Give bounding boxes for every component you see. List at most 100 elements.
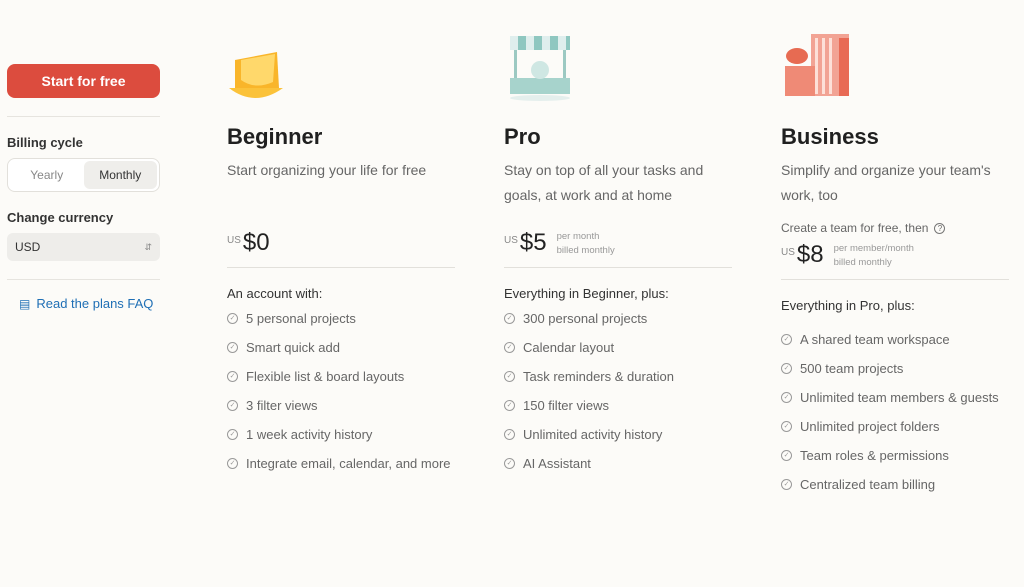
feature-item: ✓ Unlimited activity history (504, 425, 732, 445)
check-circle-icon: ✓ (227, 371, 238, 382)
feature-item: ✓ Integrate email, calendar, and more (227, 454, 455, 474)
plan-illustration-icon (781, 30, 856, 102)
check-circle-icon: ✓ (781, 334, 792, 345)
feature-text: Team roles & permissions (800, 448, 949, 463)
divider (7, 279, 160, 280)
feature-text: 300 personal projects (523, 311, 648, 326)
divider (781, 279, 1009, 280)
feature-text: AI Assistant (523, 456, 591, 471)
check-circle-icon: ✓ (504, 342, 515, 353)
check-circle-icon: ✓ (227, 342, 238, 353)
updown-chevron-icon: ⇵ (144, 241, 152, 252)
feature-item: ✓ AI Assistant (504, 454, 732, 474)
price-period: per member/month billed monthly (834, 242, 914, 270)
feature-text: Calendar layout (523, 340, 615, 355)
plans-faq-link[interactable]: ▤ Read the plans FAQ (19, 296, 160, 311)
check-circle-icon: ✓ (227, 429, 238, 440)
feature-text: Smart quick add (246, 340, 340, 355)
feature-item: ✓ Unlimited project folders (781, 417, 1009, 437)
feature-text: Integrate email, calendar, and more (246, 456, 451, 471)
check-circle-icon: ✓ (504, 429, 515, 440)
start-for-free-button[interactable]: Start for free (7, 64, 160, 98)
plan-description: Simplify and organize your team's work, … (781, 162, 991, 203)
currency-label: Change currency (7, 210, 114, 225)
feature-text: Unlimited team members & guests (800, 390, 999, 405)
check-circle-icon: ✓ (781, 363, 792, 374)
plan-illustration-icon (504, 30, 579, 102)
feature-item: ✓ 150 filter views (504, 396, 732, 416)
help-question-icon[interactable]: ? (934, 222, 946, 234)
feature-item: ✓ Flexible list & board layouts (227, 367, 455, 387)
price-period-line1: per member/month (833, 243, 914, 254)
billing-yearly-option[interactable]: Yearly (10, 161, 84, 189)
price-period: per month billed monthly (557, 230, 615, 258)
features-heading: Everything in Pro, plus: (781, 298, 915, 313)
price-amount: $0 (242, 229, 270, 256)
plan-illustration-icon (227, 30, 302, 102)
check-circle-icon: ✓ (781, 392, 792, 403)
check-circle-icon: ✓ (504, 400, 515, 411)
feature-item: ✓ 500 team projects (781, 359, 1009, 379)
feature-text: 150 filter views (523, 398, 609, 413)
plan-note-text: Create a team for free, then (781, 221, 929, 235)
feature-item: ✓ A shared team workspace (781, 330, 1009, 350)
feature-text: A shared team workspace (800, 332, 950, 347)
check-circle-icon: ✓ (504, 458, 515, 469)
feature-item: ✓ Unlimited team members & guests (781, 388, 1009, 408)
plan-price: US $8 per member/month billed monthly (781, 241, 1009, 279)
plan-card-pro: Pro Stay on top of all your tasks and go… (504, 30, 732, 483)
plan-title: Pro (504, 124, 541, 149)
feature-item: ✓ 1 week activity history (227, 425, 455, 445)
divider (7, 116, 160, 117)
feature-text: Unlimited project folders (800, 419, 940, 434)
feature-item: ✓ 300 personal projects (504, 309, 732, 329)
check-circle-icon: ✓ (227, 313, 238, 324)
currency-select[interactable]: USD ⇵ (7, 233, 160, 261)
feature-text: Unlimited activity history (523, 427, 663, 442)
price-amount: $5 (519, 229, 547, 256)
features-list: ✓ 5 personal projects ✓ Smart quick add ✓ Fle… (227, 309, 455, 474)
feature-item: ✓ 3 filter views (227, 396, 455, 416)
features-heading: Everything in Beginner, plus: (504, 286, 669, 301)
plan-description: Stay on top of all your tasks and goals,… (504, 162, 704, 203)
plan-description: Start organizing your life for free (227, 162, 427, 178)
plan-title: Business (781, 124, 879, 149)
feature-item: ✓ 5 personal projects (227, 309, 455, 329)
price-amount: $8 (796, 241, 824, 268)
faq-list-icon: ▤ (19, 296, 31, 311)
check-circle-icon: ✓ (781, 479, 792, 490)
plan-note: Create a team for free, then? (781, 215, 1009, 241)
plan-title: Beginner (227, 124, 323, 149)
currency-value: USD (15, 240, 41, 254)
feature-item: ✓ Team roles & permissions (781, 446, 1009, 466)
price-currency: US (504, 235, 518, 246)
check-circle-icon: ✓ (504, 313, 515, 324)
features-list: ✓ A shared team workspace ✓ 500 team projec… (781, 330, 1009, 495)
plan-price: US $5 per month billed monthly (504, 229, 732, 267)
price-currency: US (781, 247, 795, 258)
feature-text: 1 week activity history (246, 427, 373, 442)
feature-text: Flexible list & board layouts (246, 369, 405, 384)
check-circle-icon: ✓ (227, 458, 238, 469)
faq-link-label: Read the plans FAQ (36, 296, 154, 311)
feature-item: ✓ Smart quick add (227, 338, 455, 358)
price-period-line1: per month (556, 231, 600, 242)
plan-price: US $0 (227, 229, 455, 267)
feature-text: Centralized team billing (800, 477, 936, 492)
price-period-line2: billed monthly (833, 257, 892, 268)
check-circle-icon: ✓ (504, 371, 515, 382)
feature-item: ✓ Calendar layout (504, 338, 732, 358)
features-heading: An account with: (227, 286, 323, 301)
check-circle-icon: ✓ (781, 421, 792, 432)
price-currency: US (227, 235, 241, 246)
feature-text: 500 team projects (800, 361, 904, 376)
feature-item: ✓ Centralized team billing (781, 475, 1009, 495)
check-circle-icon: ✓ (227, 400, 238, 411)
check-circle-icon: ✓ (781, 450, 792, 461)
divider (504, 267, 732, 268)
billing-cycle-toggle: Yearly Monthly (7, 158, 160, 192)
price-period-line2: billed monthly (556, 245, 615, 256)
divider (227, 267, 455, 268)
billing-monthly-option[interactable]: Monthly (83, 161, 157, 189)
plan-card-beginner: Beginner Start organizing your life for … (227, 30, 455, 483)
